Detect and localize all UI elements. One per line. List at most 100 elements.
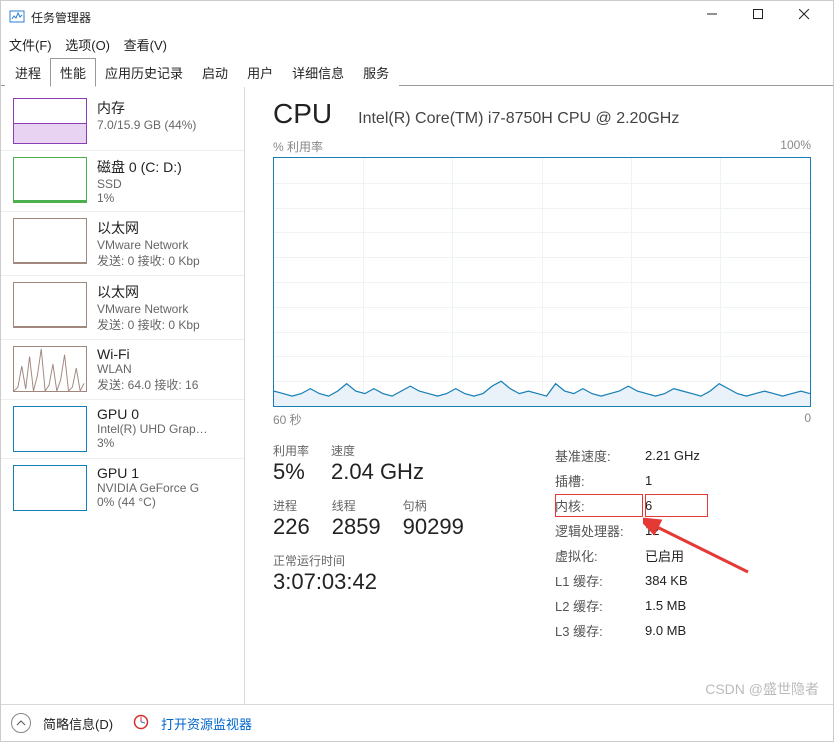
sidebar-item-disk[interactable]: 磁盘 0 (C: D:) SSD 1% bbox=[1, 150, 244, 211]
stat-right-value: 6 bbox=[645, 494, 708, 517]
stat-row: 内核:6 bbox=[555, 494, 708, 517]
memory-thumb bbox=[13, 98, 87, 144]
menu-file[interactable]: 文件(F) bbox=[9, 38, 52, 53]
resmon-icon bbox=[133, 714, 149, 733]
footer: 简略信息(D) 打开资源监视器 bbox=[1, 704, 833, 741]
close-button[interactable] bbox=[787, 2, 833, 32]
sidebar-sub: VMware Network bbox=[97, 302, 200, 316]
sidebar-item-gpu-1[interactable]: GPU 1 NVIDIA GeForce G 0% (44 °C) bbox=[1, 458, 244, 517]
sidebar-sub: NVIDIA GeForce G bbox=[97, 481, 199, 495]
sidebar-title: 以太网 bbox=[97, 218, 200, 238]
speed-value: 2.04 GHz bbox=[331, 459, 424, 485]
sidebar-item-memory[interactable]: 内存 7.0/15.9 GB (44%) bbox=[1, 92, 244, 150]
stat-right-value: 9.0 MB bbox=[645, 619, 708, 642]
ethernet-thumb bbox=[13, 218, 87, 264]
sidebar-item-ethernet-2[interactable]: 以太网 VMware Network 发送: 0 接收: 0 Kbp bbox=[1, 275, 244, 339]
maximize-button[interactable] bbox=[741, 2, 787, 32]
stat-right-label: 基准速度: bbox=[555, 444, 643, 467]
menu-options[interactable]: 选项(O) bbox=[65, 38, 110, 53]
axis-left: 60 秒 bbox=[273, 411, 302, 428]
main-panel: CPU Intel(R) Core(TM) i7-8750H CPU @ 2.2… bbox=[245, 86, 833, 704]
stat-right-label: 内核: bbox=[555, 494, 643, 517]
uptime-label: 正常运行时间 bbox=[273, 552, 503, 569]
tab-processes[interactable]: 进程 bbox=[5, 58, 51, 87]
sidebar-sub2: 1% bbox=[97, 191, 182, 205]
minimize-button[interactable] bbox=[695, 2, 741, 32]
stat-right-value: 12 bbox=[645, 519, 708, 542]
menubar: 文件(F) 选项(O) 查看(V) bbox=[1, 33, 833, 60]
stat-label: 利用率 bbox=[273, 442, 309, 459]
stat-right-value: 1.5 MB bbox=[645, 594, 708, 617]
window-controls bbox=[695, 2, 833, 32]
sidebar-sub: 7.0/15.9 GB (44%) bbox=[97, 118, 196, 132]
stat-row: L3 缓存:9.0 MB bbox=[555, 619, 708, 642]
stats-right-column: 基准速度:2.21 GHz插槽:1内核:6逻辑处理器:12虚拟化:已启用L1 缓… bbox=[553, 442, 710, 644]
handles-value: 90299 bbox=[403, 514, 464, 540]
collapse-button[interactable] bbox=[11, 713, 31, 733]
open-resmon-link[interactable]: 打开资源监视器 bbox=[161, 714, 252, 733]
tab-performance[interactable]: 性能 bbox=[50, 58, 96, 87]
menu-view[interactable]: 查看(V) bbox=[124, 38, 167, 53]
cpu-chart[interactable] bbox=[273, 157, 811, 407]
sidebar-item-wifi[interactable]: Wi-Fi WLAN 发送: 64.0 接收: 16 bbox=[1, 339, 244, 399]
sidebar-sub2: 发送: 0 接收: 0 Kbp bbox=[97, 252, 200, 269]
chart-label-left: % 利用率 bbox=[273, 138, 323, 155]
tab-startup[interactable]: 启动 bbox=[192, 58, 238, 87]
threads-value: 2859 bbox=[332, 514, 381, 540]
sidebar-item-ethernet-1[interactable]: 以太网 VMware Network 发送: 0 接收: 0 Kbp bbox=[1, 211, 244, 275]
tab-details[interactable]: 详细信息 bbox=[282, 58, 354, 87]
sidebar-sub2: 3% bbox=[97, 436, 208, 450]
stat-label: 速度 bbox=[331, 442, 424, 459]
cpu-model: Intel(R) Core(TM) i7-8750H CPU @ 2.20GHz bbox=[358, 110, 679, 128]
chart-label-right: 100% bbox=[780, 138, 811, 155]
sidebar-item-gpu-0[interactable]: GPU 0 Intel(R) UHD Grap… 3% bbox=[1, 399, 244, 458]
app-icon bbox=[9, 8, 31, 27]
stat-right-label: 插槽: bbox=[555, 469, 643, 492]
stat-right-label: L1 缓存: bbox=[555, 569, 643, 592]
wifi-thumb bbox=[13, 346, 87, 392]
axis-right: 0 bbox=[804, 411, 811, 428]
uptime-value: 3:07:03:42 bbox=[273, 569, 503, 595]
tab-users[interactable]: 用户 bbox=[237, 58, 283, 87]
stat-row: L1 缓存:384 KB bbox=[555, 569, 708, 592]
stat-label: 进程 bbox=[273, 497, 310, 514]
window-title: 任务管理器 bbox=[31, 9, 91, 26]
stat-row: 虚拟化:已启用 bbox=[555, 544, 708, 567]
stat-right-label: 逻辑处理器: bbox=[555, 519, 643, 542]
stats-left-column: 利用率5% 速度2.04 GHz 进程226 线程2859 句柄90299 正常… bbox=[273, 442, 503, 644]
stat-row: 插槽:1 bbox=[555, 469, 708, 492]
stat-right-value: 1 bbox=[645, 469, 708, 492]
stat-right-value: 已启用 bbox=[645, 544, 708, 567]
page-title: CPU bbox=[273, 98, 332, 130]
stat-right-value: 2.21 GHz bbox=[645, 444, 708, 467]
sidebar-title: GPU 0 bbox=[97, 406, 208, 422]
sidebar-sub: SSD bbox=[97, 177, 182, 191]
stat-right-label: 虚拟化: bbox=[555, 544, 643, 567]
sidebar-sub: VMware Network bbox=[97, 238, 200, 252]
stat-label: 句柄 bbox=[403, 497, 464, 514]
gpu-thumb bbox=[13, 465, 87, 511]
sidebar-sub: Intel(R) UHD Grap… bbox=[97, 422, 208, 436]
sidebar-sub2: 发送: 64.0 接收: 16 bbox=[97, 376, 198, 393]
stat-row: 基准速度:2.21 GHz bbox=[555, 444, 708, 467]
sidebar-sub2: 发送: 0 接收: 0 Kbp bbox=[97, 316, 200, 333]
stat-right-label: L3 缓存: bbox=[555, 619, 643, 642]
stats-section: 利用率5% 速度2.04 GHz 进程226 线程2859 句柄90299 正常… bbox=[273, 442, 811, 644]
stat-right-label: L2 缓存: bbox=[555, 594, 643, 617]
sidebar-title: 内存 bbox=[97, 98, 196, 118]
sidebar-sub: WLAN bbox=[97, 362, 198, 376]
sidebar-title: 磁盘 0 (C: D:) bbox=[97, 157, 182, 177]
stat-row: L2 缓存:1.5 MB bbox=[555, 594, 708, 617]
tab-services[interactable]: 服务 bbox=[353, 58, 399, 87]
tab-app-history[interactable]: 应用历史记录 bbox=[95, 58, 193, 87]
sidebar-sub2: 0% (44 °C) bbox=[97, 495, 199, 509]
chart-line bbox=[274, 158, 810, 406]
brief-info-link[interactable]: 简略信息(D) bbox=[43, 714, 113, 733]
gpu-thumb bbox=[13, 406, 87, 452]
disk-thumb bbox=[13, 157, 87, 203]
titlebar: 任务管理器 bbox=[1, 1, 833, 33]
sidebar: 内存 7.0/15.9 GB (44%) 磁盘 0 (C: D:) SSD 1%… bbox=[1, 86, 245, 704]
ethernet-thumb bbox=[13, 282, 87, 328]
sidebar-title: 以太网 bbox=[97, 282, 200, 302]
utilization-value: 5% bbox=[273, 459, 309, 485]
